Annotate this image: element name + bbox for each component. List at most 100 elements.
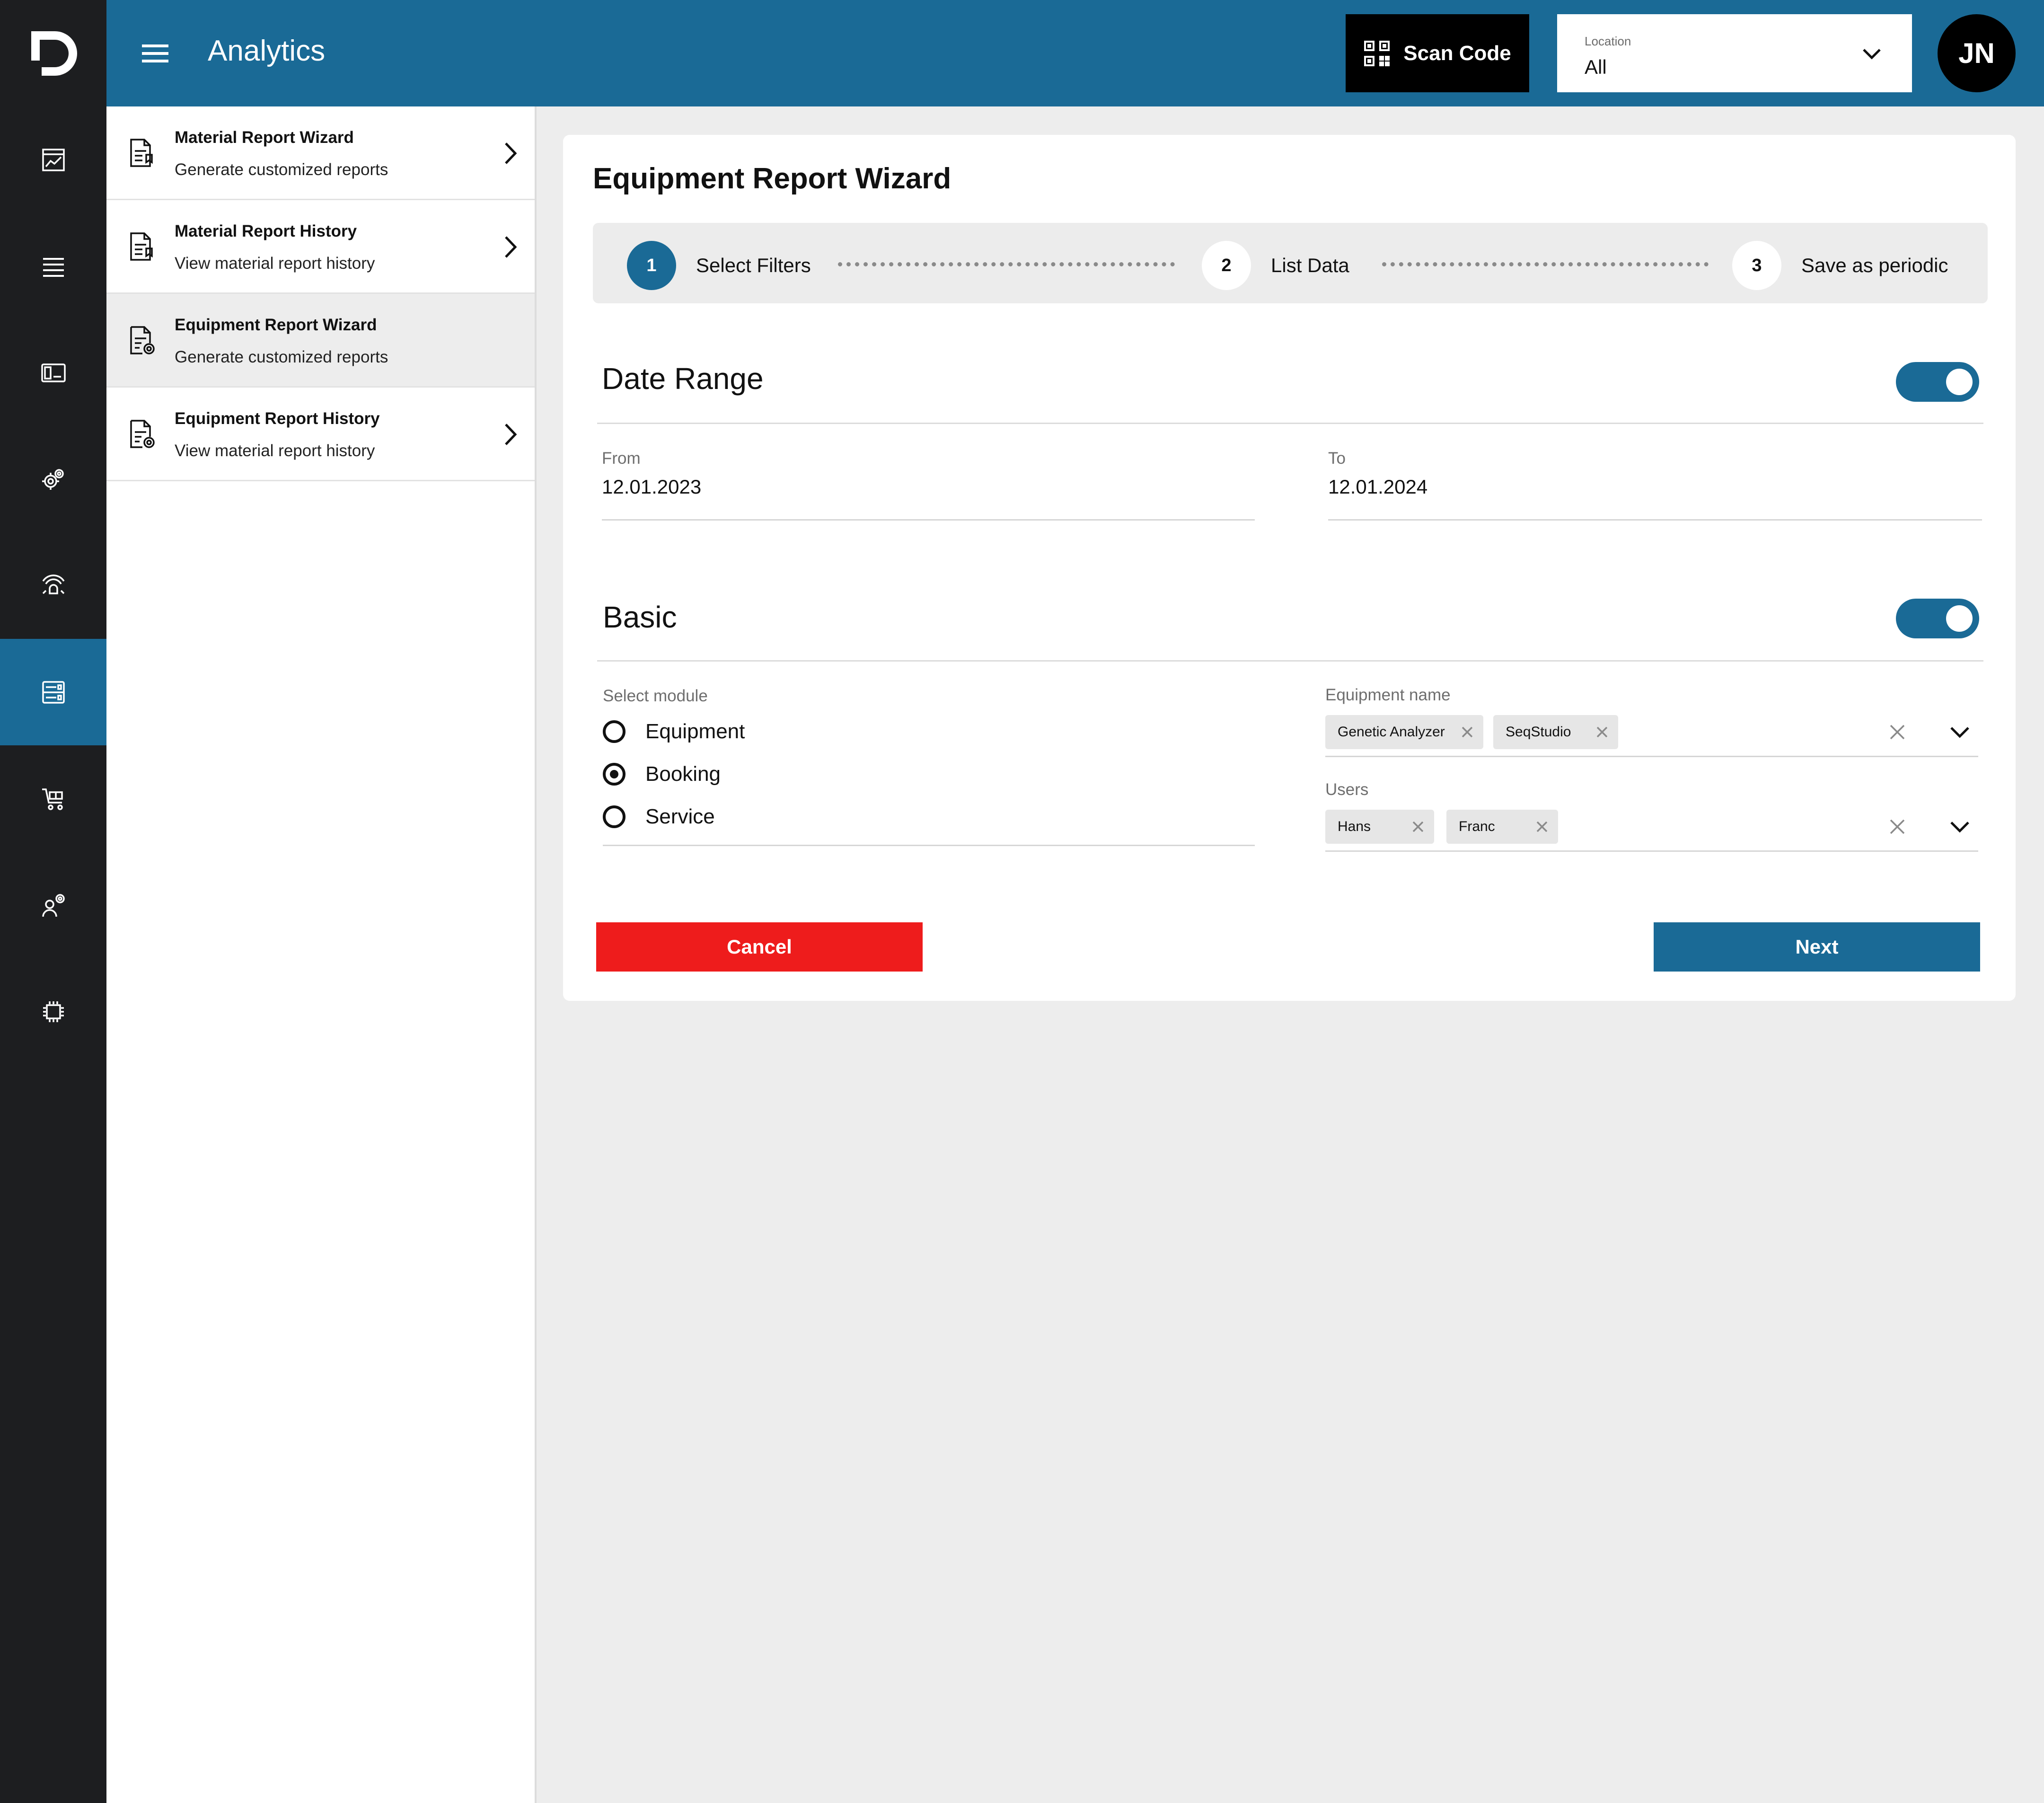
basic-heading: Basic (603, 600, 677, 634)
divider (597, 423, 1983, 424)
rail-item-cart[interactable] (0, 745, 106, 852)
radio-service[interactable]: Service (603, 805, 715, 829)
to-value: 12.01.2024 (1328, 476, 1428, 498)
chip-label: SeqStudio (1506, 724, 1571, 740)
cart-icon (42, 788, 63, 810)
rail-item-analytics[interactable] (0, 639, 106, 745)
menu-item-title: Material Report History (175, 222, 357, 240)
clear-icon[interactable] (1888, 723, 1907, 742)
step-label: Save as periodic (1801, 254, 1948, 276)
cancel-button[interactable]: Cancel (596, 922, 923, 972)
date-range-heading: Date Range (602, 362, 764, 396)
step-number: 3 (1732, 241, 1781, 290)
location-value: All (1585, 56, 1607, 78)
radio-label: Equipment (645, 720, 745, 743)
step-list-data[interactable]: 2 List Data (1202, 241, 1349, 290)
radio-button[interactable] (603, 805, 626, 828)
menu-item-material-report-wizard[interactable]: Material Report Wizard Generate customiz… (106, 106, 535, 200)
menu-item-title: Material Report Wizard (175, 128, 354, 147)
step-label: Select Filters (696, 254, 811, 276)
from-value: 12.01.2023 (602, 476, 702, 498)
next-button[interactable]: Next (1654, 922, 1980, 972)
chip-label: Genetic Analyzer (1338, 724, 1445, 740)
report-gear-icon (130, 326, 155, 354)
gears-icon (42, 468, 64, 490)
list-icon (43, 257, 64, 277)
radio-label: Booking (645, 762, 721, 786)
report-doc-icon (130, 139, 153, 167)
chip-seqstudio: SeqStudio (1493, 715, 1618, 749)
scan-code-label: Scan Code (1403, 41, 1511, 65)
chevron-right-icon (505, 142, 517, 164)
chevron-down-icon[interactable] (1947, 814, 1972, 839)
menu-item-title: Equipment Report Wizard (175, 316, 377, 334)
equipment-name-label: Equipment name (1325, 686, 1451, 704)
wizard-title: Equipment Report Wizard (593, 162, 952, 195)
report-menu-panel: Material Report Wizard Generate customiz… (106, 106, 537, 1803)
chip-label: Franc (1459, 819, 1495, 834)
users-label: Users (1325, 780, 1369, 799)
chevron-down-icon[interactable] (1947, 720, 1972, 744)
report-gear-icon (130, 420, 155, 448)
from-underline (602, 519, 1255, 521)
equipment-underline (1325, 756, 1978, 757)
close-icon[interactable] (1534, 819, 1550, 834)
module-underline (603, 845, 1255, 846)
step-connector (1382, 262, 1709, 266)
page-title: Analytics (208, 35, 326, 67)
radio-booking[interactable]: Booking (603, 762, 721, 786)
menu-item-material-report-history[interactable]: Material Report History View material re… (106, 200, 535, 294)
chip-genetic-analyzer: Genetic Analyzer (1325, 715, 1483, 749)
logo-icon (31, 31, 77, 76)
chip-hans: Hans (1325, 810, 1434, 844)
menu-item-desc: View material report history (175, 442, 375, 460)
qr-code-icon (1364, 40, 1390, 66)
sensor-icon (42, 574, 64, 594)
close-icon[interactable] (1410, 819, 1426, 834)
menu-item-equipment-report-history[interactable]: Equipment Report History View material r… (106, 388, 535, 481)
from-label: From (602, 449, 641, 468)
chip-label: Hans (1338, 819, 1371, 834)
radio-button[interactable] (603, 720, 626, 743)
rail-item-list[interactable] (0, 213, 106, 319)
rail-item-chart[interactable] (0, 106, 106, 213)
scan-code-button[interactable]: Scan Code (1346, 14, 1529, 92)
rail-item-chip[interactable] (0, 958, 106, 1065)
radio-equipment[interactable]: Equipment (603, 720, 745, 743)
step-number: 1 (627, 241, 676, 290)
date-range-toggle[interactable] (1896, 362, 1979, 402)
dashboard-logo[interactable] (0, 0, 106, 106)
user-settings-icon (42, 893, 65, 917)
close-icon[interactable] (1460, 725, 1475, 740)
wizard-stepper: 1 Select Filters 2 List Data 3 Save as p… (593, 223, 1988, 303)
user-avatar[interactable]: JN (1938, 14, 2016, 92)
step-save-as-periodic[interactable]: 3 Save as periodic (1732, 241, 1948, 290)
rail-item-user-settings[interactable] (0, 852, 106, 958)
rail-item-gears[interactable] (0, 426, 106, 532)
menu-item-desc: Generate customized reports (175, 348, 388, 366)
location-label: Location (1585, 34, 1631, 48)
step-select-filters[interactable]: 1 Select Filters (627, 241, 811, 290)
menu-item-equipment-report-wizard[interactable]: Equipment Report Wizard Generate customi… (106, 294, 535, 388)
chevron-down-icon (1863, 49, 1881, 60)
rail-item-sensor[interactable] (0, 532, 106, 639)
chip-franc: Franc (1446, 810, 1558, 844)
hamburger-menu-button[interactable] (140, 38, 170, 69)
top-header: Analytics Scan Code Location All JN (106, 0, 2044, 106)
to-underline (1328, 519, 1982, 521)
close-icon[interactable] (1595, 725, 1610, 740)
chart-icon (42, 148, 65, 171)
step-connector (838, 262, 1175, 266)
radio-button[interactable] (603, 763, 626, 786)
to-label: To (1328, 449, 1346, 468)
location-select[interactable]: Location All (1557, 14, 1912, 92)
clear-icon[interactable] (1888, 817, 1907, 836)
chip-icon (43, 1001, 64, 1022)
rail-item-card[interactable] (0, 319, 106, 426)
card-icon (41, 363, 66, 382)
step-number: 2 (1202, 241, 1251, 290)
chevron-right-icon (505, 424, 517, 445)
basic-toggle[interactable] (1896, 599, 1979, 638)
chevron-right-icon (505, 236, 517, 258)
step-label: List Data (1271, 254, 1349, 276)
